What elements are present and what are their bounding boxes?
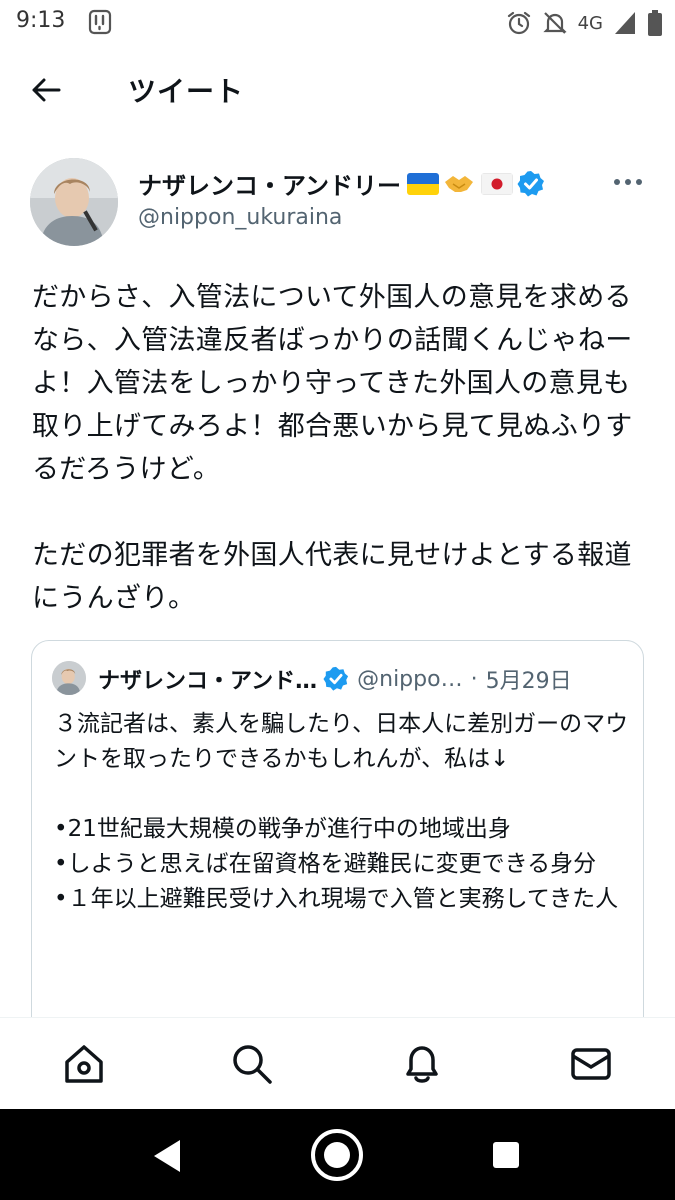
more-options-icon[interactable] (612, 168, 644, 196)
arrow-left-icon[interactable] (28, 72, 64, 108)
home-circle-icon[interactable] (309, 1127, 365, 1183)
more-dot (636, 179, 642, 185)
status-bar: 9:13 4G (0, 0, 675, 48)
app-notification-icon (88, 9, 112, 35)
tweet-text: だからさ、入管法について外国人の意見を求めるなら、入管法違反者ばっかりの話聞くん… (32, 282, 633, 614)
signal-icon (615, 12, 635, 34)
verified-badge-icon (517, 170, 545, 196)
notifications-icon[interactable] (400, 1042, 444, 1086)
messages-icon[interactable] (569, 1042, 613, 1086)
search-icon[interactable] (230, 1042, 274, 1086)
system-nav-bar (0, 1109, 675, 1200)
quoted-handle: @nippo… (357, 666, 463, 692)
handshake-icon (445, 175, 474, 192)
author-display-name[interactable]: ナザレンコ・アンドリー (138, 166, 401, 201)
avatar[interactable] (30, 158, 118, 246)
quoted-separator: · (470, 666, 478, 692)
recents-square-icon[interactable] (490, 1139, 522, 1171)
bottom-nav (0, 1017, 675, 1109)
ukraine-flag-icon (407, 172, 440, 195)
battery-icon (648, 10, 662, 36)
network-type: 4G (577, 12, 603, 34)
quoted-text: ３流記者は、素人を騙したり、日本人に差別ガーのマウントを取ったりできるかもしれん… (54, 711, 629, 912)
more-dot (625, 179, 631, 185)
quoted-date: 5月29日 (485, 669, 572, 694)
more-dot (614, 179, 620, 185)
app-header: ツイート (0, 48, 675, 134)
page-title: ツイート (128, 75, 245, 108)
author-handle[interactable]: @nippon_ukuraina (138, 205, 342, 230)
notifications-off-icon (542, 12, 567, 34)
status-time: 9:13 (16, 8, 66, 33)
status-icons: 4G (506, 8, 663, 38)
home-icon[interactable] (62, 1042, 106, 1086)
avatar-image (30, 158, 118, 246)
japan-flag-icon (481, 172, 514, 195)
verified-badge-icon (323, 666, 349, 691)
quoted-header: ナザレンコ・アンド… @nippo… · 5月29日 (98, 663, 572, 695)
quoted-avatar (52, 661, 86, 695)
alarm-icon (507, 11, 530, 35)
quoted-display-name: ナザレンコ・アンド… (98, 669, 318, 694)
author-name-row[interactable]: ナザレンコ・アンドリー (138, 166, 545, 201)
back-triangle-icon[interactable] (150, 1137, 184, 1175)
quoted-avatar-image (52, 661, 86, 695)
